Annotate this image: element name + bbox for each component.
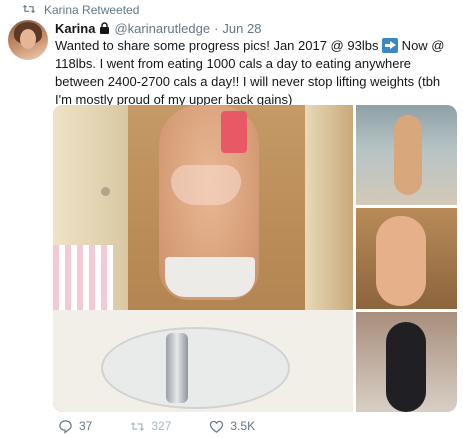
handle[interactable]: @karinarutledge — [114, 21, 210, 36]
retweet-context-label[interactable]: Karina Retweeted — [44, 3, 139, 17]
reply-icon — [58, 419, 73, 434]
retweet-icon — [22, 3, 36, 18]
like-button[interactable]: 3.5K — [209, 419, 255, 434]
photo-thumbnail-1[interactable] — [356, 105, 457, 205]
tweet-text: Wanted to share some progress pics! Jan … — [55, 37, 450, 109]
timestamp[interactable]: Jun 28 — [222, 21, 261, 36]
lock-icon — [99, 22, 110, 34]
tweet-header: Karina @karinarutledge · Jun 28 — [55, 19, 261, 37]
photo-thumbnail-3[interactable] — [356, 312, 457, 412]
media-grid — [53, 105, 457, 412]
photo-thumbnail-2[interactable] — [356, 208, 457, 309]
avatar[interactable] — [8, 20, 48, 60]
photo-top — [171, 165, 241, 205]
photo-door-frame — [305, 105, 353, 335]
heart-icon — [209, 419, 224, 434]
photo-faucet — [166, 333, 188, 403]
reply-count: 37 — [79, 419, 93, 433]
right-arrow-emoji-icon — [382, 38, 399, 53]
retweet-action-icon — [130, 419, 145, 434]
display-name[interactable]: Karina — [55, 21, 95, 36]
tweet-text-part1: Wanted to share some progress pics! Jan … — [55, 38, 383, 53]
reply-button[interactable]: 37 — [58, 419, 92, 434]
photo-sink — [101, 327, 290, 409]
retweet-context: Karina Retweeted — [22, 2, 139, 18]
retweet-count: 327 — [151, 419, 172, 433]
photo-main[interactable] — [53, 105, 353, 412]
separator-dot: · — [214, 20, 219, 36]
like-count: 3.5K — [230, 419, 256, 433]
photo-shorts — [165, 257, 255, 297]
tweet-actions: 37 327 3.5K — [58, 417, 293, 435]
retweet-button[interactable]: 327 — [130, 419, 171, 434]
photo-phone — [221, 111, 247, 153]
